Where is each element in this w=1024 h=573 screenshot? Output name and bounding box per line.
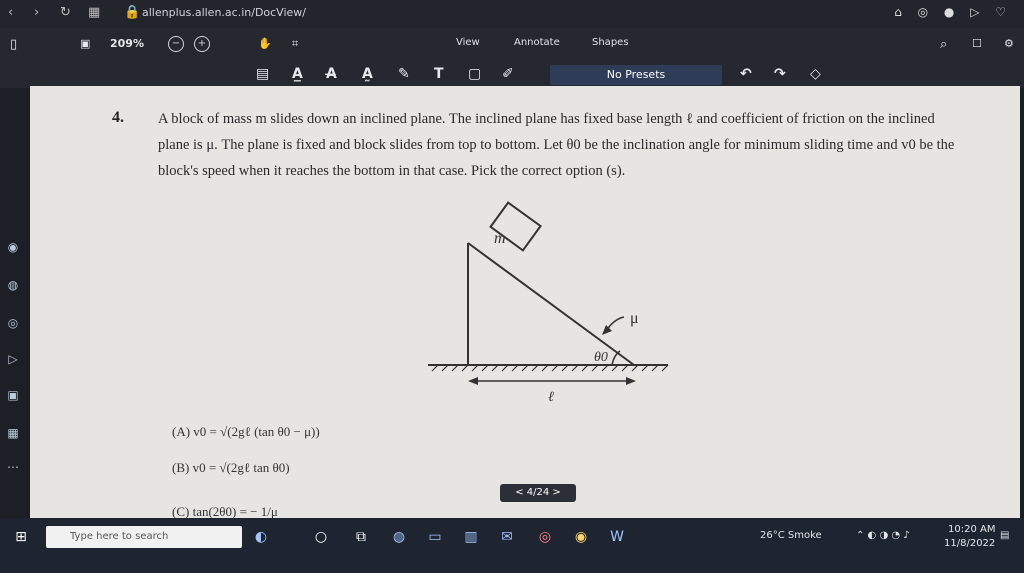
underline-tool-icon[interactable]: A̲: [292, 66, 303, 82]
highlight-tool-icon[interactable]: ▤: [256, 66, 269, 82]
presets-dropdown[interactable]: No Presets: [550, 65, 722, 85]
browser-bar: ‹ › ↻ ▦ 🔒 allenplus.allen.ac.in/DocView/…: [0, 0, 1024, 28]
mail-icon[interactable]: ✉: [498, 528, 516, 546]
forward-icon[interactable]: ›: [34, 5, 39, 20]
tray-icons[interactable]: ⌃ ◐ ◑ ◔ ♪: [856, 530, 910, 541]
cortana-icon[interactable]: ○: [312, 528, 330, 546]
back-icon[interactable]: ‹: [8, 5, 13, 20]
play-icon[interactable]: ▷: [4, 350, 22, 368]
friction-label: μ: [630, 310, 639, 327]
weather-status[interactable]: 26°C Smoke: [760, 530, 822, 541]
more-icon[interactable]: ⋯: [4, 458, 22, 476]
note-tool-icon[interactable]: ✎: [398, 66, 410, 82]
word-icon[interactable]: W: [608, 528, 626, 546]
widgets-icon[interactable]: ◐: [252, 528, 270, 546]
comment-icon[interactable]: ☐: [972, 37, 982, 50]
zoom-out-button[interactable]: −: [168, 36, 184, 52]
windows-taskbar: ⊞ Type here to search ◐ ○ ⧉ ◍ ▭ ▥ ✉ ◎ ◉ …: [0, 518, 1024, 573]
lock-icon: 🔒: [124, 5, 141, 20]
block-label: m: [494, 230, 506, 247]
search-icon[interactable]: ⌕: [940, 37, 947, 52]
annotation-toolbar: ▤ A̲ A̶ A̰ ✎ T ▢ ✐ No Presets ↶ ↷ ◇: [0, 62, 1024, 88]
settings-icon[interactable]: ⚙: [1004, 37, 1014, 50]
text-tool-icon[interactable]: T: [434, 66, 444, 82]
zoom-level[interactable]: 209%: [110, 37, 144, 50]
option-a[interactable]: (A) v0 = √(2gℓ (tan θ0 − μ)): [172, 424, 320, 440]
edge-icon[interactable]: ◍: [390, 528, 408, 546]
grid-icon[interactable]: ▦: [4, 424, 22, 442]
ink-tool-icon[interactable]: ✐: [502, 66, 514, 82]
question-number: 4.: [112, 109, 124, 126]
clock-date[interactable]: 11/8/2022: [944, 538, 995, 549]
chrome-icon[interactable]: ◉: [572, 528, 590, 546]
squiggly-tool-icon[interactable]: A̰: [362, 66, 373, 82]
document-toolbar: ▯ ▣ 209% − + ✋ ⌗ View Annotate Shapes ⌕ …: [0, 28, 1024, 62]
bookmark-icon[interactable]: ◍: [4, 276, 22, 294]
menu-annotate[interactable]: Annotate: [514, 37, 560, 48]
menu-view[interactable]: View: [456, 37, 480, 48]
layers-icon[interactable]: ▣: [4, 386, 22, 404]
task-view-icon[interactable]: ⧉: [352, 528, 370, 546]
option-b[interactable]: (B) v0 = √(2gℓ tan θ0): [172, 460, 290, 476]
page-navigator[interactable]: < 4/24 >: [500, 484, 576, 502]
clock-time[interactable]: 10:20 AM: [948, 524, 995, 535]
sidebar-toggle-icon[interactable]: ▯: [10, 37, 17, 52]
menu-shapes[interactable]: Shapes: [592, 37, 629, 48]
history-icon[interactable]: ◎: [4, 314, 22, 332]
start-icon[interactable]: ⊞: [12, 528, 30, 546]
eraser-icon[interactable]: ◇: [810, 66, 821, 82]
taskbar-search-input[interactable]: Type here to search: [46, 526, 242, 548]
strikeout-tool-icon[interactable]: A̶: [326, 66, 337, 82]
inclined-plane-diagram: m μ θ0 ℓ: [428, 201, 669, 405]
base-length-label: ℓ: [548, 390, 554, 405]
zoom-in-button[interactable]: +: [194, 36, 210, 52]
reload-icon[interactable]: ↻: [60, 5, 71, 20]
app-icon[interactable]: ◎: [536, 528, 554, 546]
redo-icon[interactable]: ↷: [774, 66, 786, 82]
rectangle-tool-icon[interactable]: ▢: [468, 66, 481, 82]
thumbnail-icon[interactable]: ◉: [4, 238, 22, 256]
left-sidebar: ◉ ◍ ◎ ▷ ▣ ▦ ⋯: [0, 88, 26, 518]
store-icon[interactable]: ▥: [462, 528, 480, 546]
notification-icon[interactable]: ▤: [1000, 530, 1009, 541]
explorer-icon[interactable]: ▭: [426, 528, 444, 546]
angle-label: θ0: [594, 350, 608, 365]
pan-icon[interactable]: ✋: [258, 37, 272, 50]
undo-icon[interactable]: ↶: [740, 66, 752, 82]
address-bar[interactable]: allenplus.allen.ac.in/DocView/: [142, 6, 306, 19]
question-text: A block of mass m slides down an incline…: [158, 111, 955, 179]
apps-icon[interactable]: ▦: [88, 5, 100, 20]
document-page: 4. A block of mass m slides down an incl…: [30, 86, 1020, 519]
select-icon[interactable]: ⌗: [292, 37, 298, 51]
save-icon[interactable]: ▣: [80, 37, 90, 50]
browser-actions[interactable]: ⌂ ◎ ● ▷ ♡: [894, 5, 1012, 19]
